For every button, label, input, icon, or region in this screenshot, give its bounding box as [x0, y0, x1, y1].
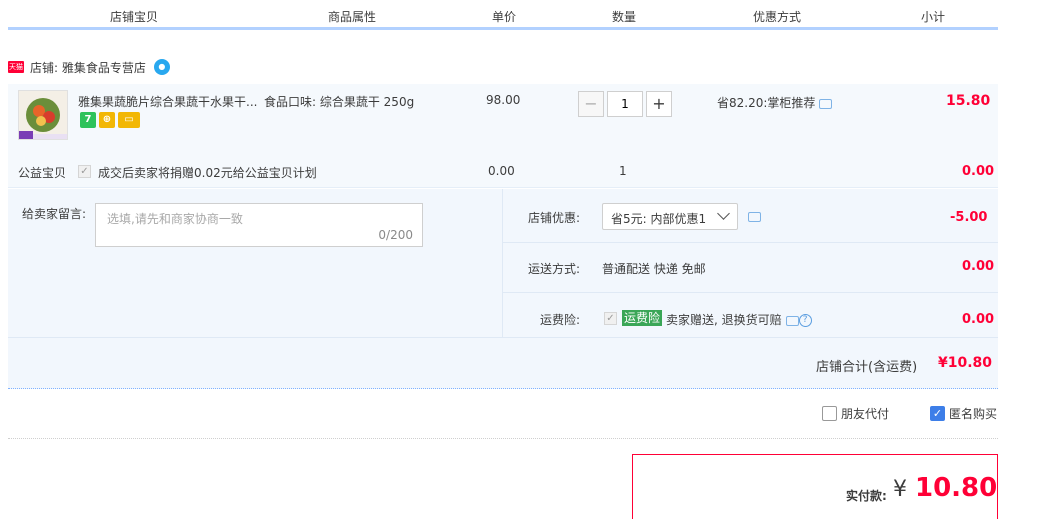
comment-icon[interactable] — [785, 315, 799, 326]
charity-text: 成交后卖家将捐赠0.02元给公益宝贝计划 — [98, 166, 317, 180]
tmall-icon: 天猫 — [8, 61, 24, 73]
product-thumbnail[interactable] — [18, 90, 68, 140]
item-subtotal: 15.80 — [946, 93, 991, 109]
currency-symbol: ¥ — [893, 477, 907, 502]
header-item: 店铺宝贝 — [110, 10, 159, 24]
shop-total-value: ¥10.80 — [938, 355, 993, 371]
shipping-method: 普通配送 快递 免邮 — [602, 262, 706, 276]
divider — [502, 292, 998, 293]
divider — [8, 337, 998, 338]
product-title[interactable]: 雅集果蔬脆片综合果蔬干水果干... — [78, 93, 257, 110]
comment-icon[interactable] — [819, 98, 833, 109]
shop-line: 天猫 店铺: 雅集食品专营店 ● — [8, 58, 170, 76]
chevron-down-icon — [717, 207, 730, 220]
divider — [8, 438, 998, 439]
insurance-badge: 运费险 — [622, 310, 663, 326]
insurance-label: 运费险: — [540, 313, 581, 327]
header-quantity: 数量 — [612, 10, 637, 24]
credit-card-icon[interactable]: ▭ — [118, 112, 140, 128]
shipping-label: 运送方式: — [528, 262, 581, 276]
increase-button[interactable]: + — [646, 91, 672, 117]
divider — [502, 189, 503, 337]
insurance-checkbox[interactable]: ✓ — [604, 312, 617, 325]
anonymous-label: 匿名购买 — [949, 407, 998, 421]
chat-bubble-icon[interactable]: ● — [153, 59, 170, 75]
header-attribute: 商品属性 — [328, 10, 377, 24]
shop-discount-label: 店铺优惠: — [528, 211, 581, 225]
message-label: 给卖家留言: — [22, 207, 87, 221]
payment-label: 实付款: — [846, 489, 887, 503]
shop-total-label: 店铺合计(含运费) — [816, 360, 918, 375]
guarantee-icon[interactable]: ⊕ — [99, 112, 115, 128]
header-promotion: 优惠方式 — [753, 10, 802, 24]
shipping-amount: 0.00 — [962, 259, 995, 274]
friend-pay-option[interactable]: 朋友代付 — [822, 405, 889, 422]
friend-pay-label: 朋友代付 — [841, 407, 890, 421]
insurance-amount: 0.00 — [962, 312, 995, 327]
charity-subtotal: 0.00 — [962, 164, 995, 179]
unit-price: 98.00 — [486, 93, 521, 107]
friend-pay-checkbox[interactable] — [822, 406, 837, 421]
help-icon[interactable]: ? — [798, 314, 812, 327]
shop-discount-value: 省5元: 内部优惠1 — [611, 212, 707, 226]
anonymous-option[interactable]: ✓ 匿名购买 — [930, 405, 997, 422]
promotion-text: 省82.20:掌柜推荐 — [717, 94, 833, 111]
charity-label: 公益宝贝 — [18, 166, 67, 180]
charity-price: 0.00 — [488, 164, 515, 178]
charity-quantity: 1 — [619, 164, 627, 178]
shop-discount-select[interactable]: 省5元: 内部优惠1 — [602, 203, 738, 230]
charity-checkbox[interactable]: ✓ — [78, 165, 91, 178]
quantity-stepper: − + — [578, 91, 672, 117]
promotion-label: 省82.20:掌柜推荐 — [717, 96, 816, 110]
order-options-area: 给卖家留言: 选填,请先和商家协商一致 0/200 店铺优惠: 省5元: 内部优… — [8, 189, 998, 389]
decrease-button[interactable]: − — [578, 91, 604, 117]
comment-icon[interactable] — [748, 212, 761, 222]
message-placeholder: 选填,请先和商家协商一致 — [107, 212, 243, 226]
header-subtotal: 小计 — [921, 10, 946, 24]
divider — [502, 242, 998, 243]
item-area: 雅集果蔬脆片综合果蔬干水果干... 7 ⊕ ▭ 食品口味: 综合果蔬干 250g… — [8, 84, 998, 188]
shop-name[interactable]: 店铺: 雅集食品专营店 — [30, 59, 146, 76]
shop-discount-amount: -5.00 — [950, 210, 988, 225]
header-price: 单价 — [492, 10, 517, 24]
insurance-text: 卖家赠送, 退换货可赔? — [666, 311, 812, 328]
service-badges: 7 ⊕ ▭ — [80, 112, 140, 128]
payment-summary: 实付款: ¥ 10.80 — [632, 454, 998, 519]
message-textarea[interactable]: 选填,请先和商家协商一致 0/200 — [95, 203, 423, 247]
product-image-icon — [19, 91, 67, 139]
anonymous-checkbox[interactable]: ✓ — [930, 406, 945, 421]
message-counter: 0/200 — [378, 228, 413, 242]
payment-amount: 10.80 — [915, 473, 998, 503]
insurance-description: 卖家赠送, 退换货可赔 — [666, 313, 782, 327]
quantity-input[interactable] — [607, 91, 643, 117]
seven-day-return-icon[interactable]: 7 — [80, 112, 96, 128]
order-confirm-page: 店铺宝贝 商品属性 单价 数量 优惠方式 小计 天猫 店铺: 雅集食品专营店 ●… — [0, 0, 1064, 519]
table-header: 店铺宝贝 商品属性 单价 数量 优惠方式 小计 — [8, 0, 998, 30]
product-attribute: 食品口味: 综合果蔬干 250g — [264, 95, 415, 109]
